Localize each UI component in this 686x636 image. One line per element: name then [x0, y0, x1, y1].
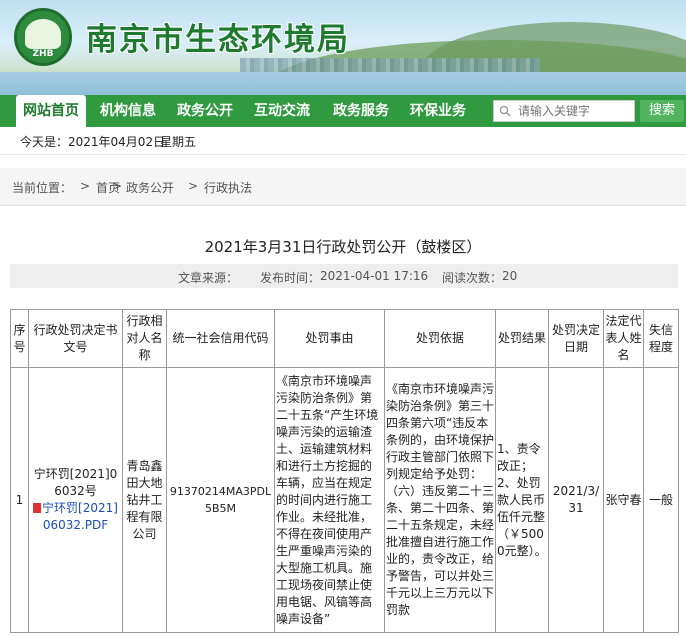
breadcrumb-label: 当前位置：	[12, 181, 73, 195]
penalty-basis: 《南京市环境噪声污染防治条例》第三十四条第六项“违反本条例的，由环境保护行政主管…	[384, 367, 496, 633]
doc-number: 宁环罚[2021]06032号	[33, 467, 118, 498]
table-header: 处罚依据	[384, 309, 496, 368]
credit-code: 91370214MA3PDL5B5M	[166, 367, 275, 633]
nav-item-org-info[interactable]: 机构信息	[96, 95, 160, 127]
current-date: 2021年04月02日	[68, 135, 166, 149]
search-icon	[499, 105, 511, 117]
breadcrumb-separator: >	[112, 179, 123, 193]
breadcrumb-separator: >	[188, 179, 199, 193]
site-title[interactable]: 南京市生态环境局	[86, 14, 350, 59]
breadcrumb-gov-affairs[interactable]: 政务公开	[126, 179, 174, 196]
nav-item-interaction[interactable]: 互动交流	[250, 95, 314, 127]
search-box	[493, 100, 635, 122]
table-header: 处罚结果	[495, 309, 549, 368]
logo-text: ZHB	[32, 49, 54, 59]
table-header: 处罚决定日期	[548, 309, 604, 368]
pdf-icon	[33, 503, 42, 513]
views-count: 20	[502, 269, 518, 283]
credit-level: 一般	[643, 367, 679, 633]
nav-item-env-business[interactable]: 环保业务	[406, 95, 470, 127]
current-weekday: 星期五	[160, 135, 197, 149]
breadcrumb-separator: >	[80, 179, 91, 193]
views-label: 阅读次数：	[442, 271, 503, 285]
table-header: 失信程度	[643, 309, 679, 368]
table-header: 法定代表人姓名	[603, 309, 644, 368]
banner-lake	[0, 72, 686, 95]
date-label: 今天是：	[20, 135, 69, 149]
penalty-reason: 《南京市环境噪声污染防治条例》第二十五条“产生环境噪声污染的运输渣土、运输建筑材…	[274, 367, 385, 633]
table-row: 1 宁环罚[2021]06032号 宁环罚[2021]06032.PDF 青岛鑫…	[10, 367, 679, 633]
logo-emblem-icon	[25, 19, 61, 49]
breadcrumb-enforcement[interactable]: 行政执法	[204, 179, 252, 196]
decision-date: 2021/3/31	[548, 367, 604, 633]
row-index: 1	[10, 367, 29, 633]
header-banner: ZHB 南京市生态环境局	[0, 0, 686, 95]
penalty-table: 序号 行政处罚决定书文号 行政相对人名称 统一社会信用代码 处罚事由 处罚依据 …	[10, 309, 679, 633]
table-header: 序号	[10, 309, 29, 368]
nav-item-gov-affairs[interactable]: 政务公开	[172, 95, 238, 127]
penalty-result: 1、责令改正；2、处罚款人民币伍仟元整（￥5000元整）。	[495, 367, 549, 633]
search-button[interactable]: 搜索	[640, 100, 684, 122]
article-meta: 文章来源： 发布时间： 2021-04-01 17:16 阅读次数： 20	[10, 264, 678, 288]
table-header: 统一社会信用代码	[166, 309, 275, 368]
article-title: 2021年3月31日行政处罚公开（鼓楼区）	[204, 238, 482, 256]
party-name: 青岛鑫田大地钻井工程有限公司	[122, 367, 167, 633]
main-nav: 网站首页 机构信息 政务公开 互动交流 政务服务 环保业务 搜索	[0, 95, 686, 127]
table-header: 处罚事由	[274, 309, 385, 368]
pdf-link-text[interactable]: 宁环罚[2021]06032.PDF	[42, 501, 118, 532]
search-input[interactable]	[518, 102, 632, 120]
pdf-attachment-link[interactable]: 宁环罚[2021]06032.PDF	[30, 500, 121, 534]
source-label: 文章来源：	[178, 271, 239, 285]
published-label: 发布时间：	[260, 271, 321, 285]
legal-rep-name: 张守春	[603, 367, 644, 633]
table-header: 行政处罚决定书文号	[28, 309, 123, 368]
date-bar: 今天是： 2021年04月02日 星期五	[0, 127, 686, 155]
breadcrumb: 当前位置： > 首页 > 政务公开 > 行政执法	[0, 168, 686, 206]
site-logo[interactable]: ZHB	[14, 8, 72, 66]
nav-item-home[interactable]: 网站首页	[16, 95, 86, 127]
nav-item-gov-services[interactable]: 政务服务	[328, 95, 394, 127]
table-header: 行政相对人名称	[122, 309, 167, 368]
published-time: 2021-04-01 17:16	[320, 269, 429, 283]
doc-number-cell: 宁环罚[2021]06032号 宁环罚[2021]06032.PDF	[28, 367, 123, 633]
table-header-row: 序号 行政处罚决定书文号 行政相对人名称 统一社会信用代码 处罚事由 处罚依据 …	[10, 309, 679, 368]
